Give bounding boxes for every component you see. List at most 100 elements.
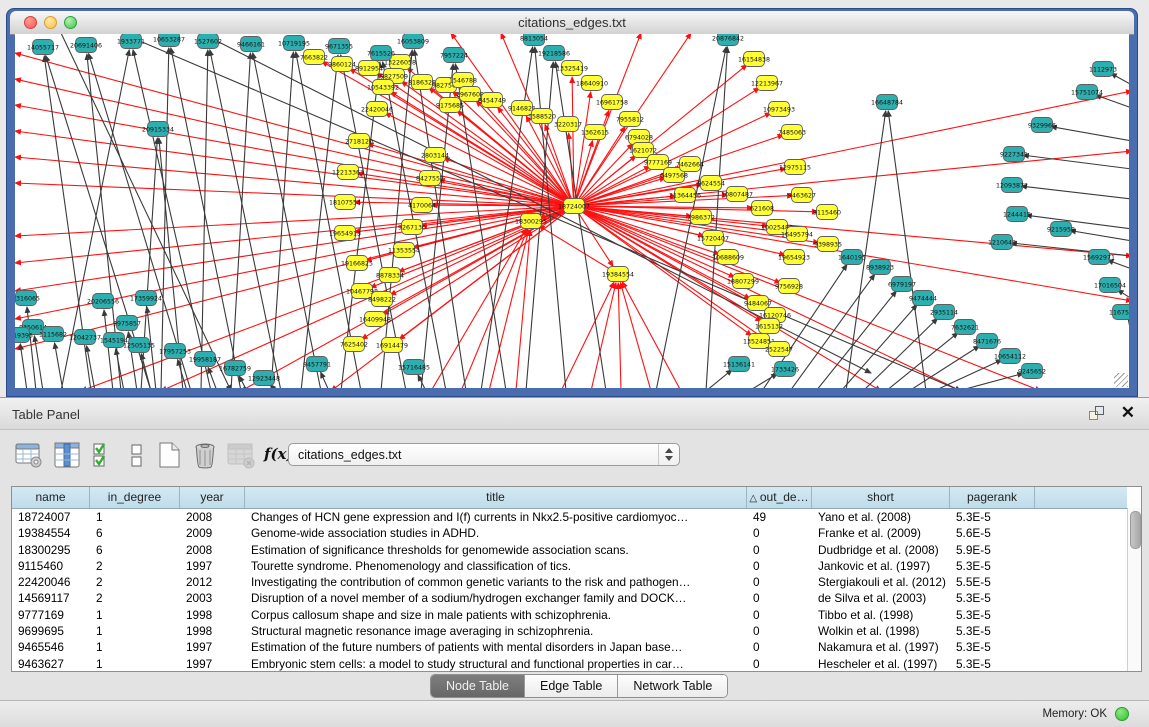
network-node[interactable]: 9115460 [813,205,841,220]
table-cell[interactable]: 1 [90,639,180,655]
network-node[interactable]: 1546788 [449,73,477,88]
network-node[interactable]: 9329966 [1028,118,1056,133]
network-node[interactable]: 7986372 [687,210,715,225]
table-cell[interactable]: 1 [90,623,180,639]
table-cell[interactable]: 1 [90,656,180,672]
network-node[interactable]: 17016504 [1094,278,1126,293]
table-cell[interactable]: 1 [90,509,180,525]
network-node[interactable]: 8938923 [866,260,894,275]
network-node[interactable]: 1640195 [838,250,866,265]
network-node[interactable]: 7485063 [778,125,806,140]
table-cell[interactable]: Jankovic et al. (1997) [812,558,950,574]
network-node[interactable]: 1527602 [194,34,222,49]
network-node[interactable]: 9860124 [328,57,356,72]
table-cell[interactable]: Nakamura et al. (1997) [812,639,950,655]
new-column-icon[interactable] [154,440,184,470]
table-cell[interactable]: 1998 [180,607,245,623]
network-node[interactable]: 12975115 [779,160,811,175]
network-node[interactable]: 13325419 [556,61,588,76]
table-cell[interactable]: 2 [90,590,180,606]
table-cell[interactable]: Corpus callosum shape and size in male p… [245,607,747,623]
network-node[interactable]: 9245652 [1018,364,1046,379]
table-cell[interactable]: 0 [747,607,812,623]
table-cell[interactable]: 5.3E-5 [950,509,1035,525]
table-cell[interactable]: 19384554 [12,525,90,541]
network-node[interactable]: 1615132 [755,319,783,334]
vertical-scrollbar[interactable] [1127,508,1141,671]
table-cell[interactable]: 9115460 [12,558,90,574]
tab-node-table[interactable]: Node Table [431,675,525,697]
network-node[interactable]: 18640910 [576,76,608,91]
table-cell[interactable]: 1997 [180,656,245,672]
table-row[interactable]: 1938455462009Genome-wide association stu… [12,525,1127,541]
network-node[interactable]: 7615526 [367,46,395,61]
column-show-hide-icon[interactable] [52,440,82,470]
network-node[interactable]: 7955812 [616,112,644,127]
table-cell[interactable]: Dudbridge et al. (2008) [812,542,950,558]
network-node[interactable]: 1362615 [581,125,609,140]
network-node[interactable]: 19654923 [778,250,810,265]
column-header-in-degree[interactable]: in_degree [90,487,180,508]
table-cell[interactable]: de Silva et al. (2003) [812,590,950,606]
table-cell[interactable]: Disruption of a novel member of a sodium… [245,590,747,606]
network-node[interactable]: 8471676 [973,334,1001,349]
table-cell[interactable]: 5.3E-5 [950,656,1035,672]
table-cell[interactable]: 5.6E-5 [950,525,1035,541]
table-cell[interactable]: 2012 [180,574,245,590]
network-node[interactable]: 8427552 [416,171,444,186]
network-node[interactable]: 9227341 [1000,147,1028,162]
network-node[interactable]: 9398935 [814,237,842,252]
network-node[interactable]: 9756928 [775,279,803,294]
network-node[interactable]: 9474444 [909,291,937,306]
table-row[interactable]: 946362711997Embryonic stem cells: a mode… [12,656,1127,672]
table-mode-icon[interactable] [14,440,44,470]
network-window-titlebar[interactable]: citations_edges.txt [10,11,1134,35]
table-cell[interactable]: Yano et al. (2008) [812,509,950,525]
network-node[interactable]: 2522547 [765,342,793,357]
table-cell[interactable]: 9465546 [12,639,90,655]
network-node[interactable]: 19958187 [189,352,221,367]
table-cell[interactable]: 0 [747,542,812,558]
network-node[interactable]: 621608 [750,201,774,216]
table-cell[interactable]: 22420046 [12,574,90,590]
table-cell[interactable]: 2008 [180,542,245,558]
table-cell[interactable]: 0 [747,558,812,574]
table-cell[interactable]: Tibbo et al. (1998) [812,607,950,623]
network-node[interactable]: 1167553 [1109,305,1129,320]
table-cell[interactable]: 2 [90,558,180,574]
table-cell[interactable]: 5.3E-5 [950,607,1035,623]
network-node[interactable]: 19384554 [602,267,634,282]
network-node[interactable]: 9975857 [113,316,141,331]
network-node[interactable]: 8498222 [368,292,396,307]
network-node[interactable]: 12213967 [751,76,783,91]
table-cell[interactable]: Genome-wide association studies in ADHD. [245,525,747,541]
resize-grip[interactable] [1114,373,1128,387]
table-cell[interactable]: 5.3E-5 [950,639,1035,655]
table-cell[interactable]: 0 [747,639,812,655]
column-header-short[interactable]: short [812,487,950,508]
table-cell[interactable]: 5.3E-5 [950,558,1035,574]
network-graph[interactable]: 1872400718300295193845547663822986012489… [15,34,1129,388]
memory-status-indicator-icon[interactable] [1115,707,1129,721]
network-node[interactable]: 16648784 [871,95,903,110]
network-node[interactable]: 12093872 [996,178,1028,193]
table-cell[interactable]: Estimation of the future numbers of pati… [245,639,747,655]
network-node[interactable]: 11353554 [388,243,420,258]
table-cell[interactable]: 14569117 [12,590,90,606]
table-cell[interactable]: 2009 [180,525,245,541]
table-cell[interactable]: 18300295 [12,542,90,558]
table-cell[interactable]: Estimation of significance thresholds fo… [245,542,747,558]
table-cell[interactable]: 2 [90,574,180,590]
network-node[interactable]: 9624554 [697,176,725,191]
table-row[interactable]: 977716911998Corpus callosum shape and si… [12,607,1127,623]
network-node[interactable]: 3220317 [554,117,582,132]
network-node[interactable]: 7663822 [300,50,328,65]
network-node[interactable]: 4170064 [408,198,436,213]
table-cell[interactable]: 49 [747,509,812,525]
network-node[interactable]: 1244415 [1003,207,1031,222]
table-cell[interactable]: Stergiakouli et al. (2012) [812,574,950,590]
table-cell[interactable]: 0 [747,525,812,541]
network-node[interactable]: 8454749 [478,93,506,108]
network-node[interactable]: 19166825 [341,256,373,271]
network-node[interactable]: 12042737 [69,330,101,345]
